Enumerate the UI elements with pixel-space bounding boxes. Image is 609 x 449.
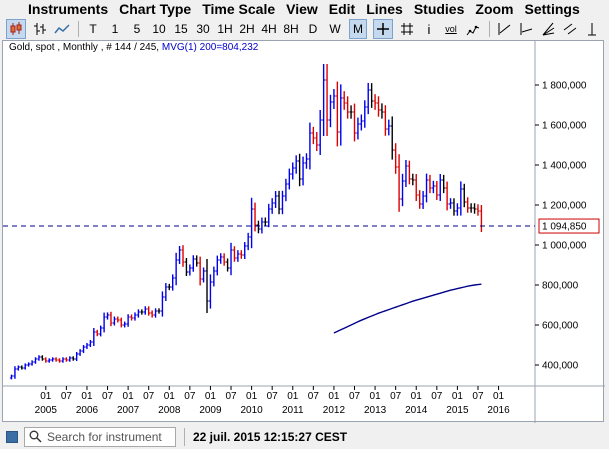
price-tick-label: 400,000 [542,361,579,372]
timeframe-8h-button[interactable]: 8H [283,19,299,39]
search-icon [29,430,42,443]
time-tick-label: 01 [370,391,382,402]
volume-icon[interactable]: vol [443,19,459,39]
time-tick-label: 01 [246,391,258,402]
price-chart[interactable]: 400,000 600,000 800,000 1 000,000 1 200,000 1… [3,41,605,423]
status-divider [184,427,185,446]
year-label: 2011 [282,405,304,416]
menu-settings[interactable]: Settings [525,1,580,17]
timeframe-15-button[interactable]: 15 [173,19,189,39]
timeframe-t-button[interactable]: T [85,19,101,39]
search-input[interactable] [47,429,169,444]
status-bar: 22 juil. 2015 12:15:27 CEST [0,424,609,449]
price-tick-label: 600,000 [542,321,579,332]
year-label: 2010 [240,405,263,416]
year-label: 2013 [364,405,387,416]
time-tick-label: 07 [267,391,279,402]
time-tick-label: 07 [308,391,320,402]
connection-status-icon[interactable] [6,430,18,443]
time-tick-label: 01 [452,391,464,402]
price-tick-label: 1 200,000 [542,201,587,212]
info-icon[interactable]: i [421,19,437,39]
chart-panel[interactable]: 400,000 600,000 800,000 1 000,000 1 200,000 1… [2,40,605,423]
timeframe-5-button[interactable]: 5 [129,19,145,39]
indicator-icon[interactable] [465,19,481,39]
vertical-line-tool-icon[interactable] [584,19,600,39]
candlestick-chart-icon[interactable] [6,19,26,39]
toolbar: T 1 5 10 15 30 1H 2H 4H 8H D W M i vol [0,18,609,40]
time-tick-label: 01 [493,391,505,402]
last-price-label: 1 094,850 [542,222,587,233]
time-tick-label: 07 [349,391,361,402]
menu-studies[interactable]: Studies [414,1,465,17]
time-tick-label: 01 [328,391,340,402]
menu-instruments[interactable]: Instruments [28,1,108,17]
toolbar-divider [78,21,79,37]
instrument-label: Gold, spot , Monthly , # 144 / 245, [9,42,160,53]
time-tick-label: 01 [164,391,176,402]
time-tick-label: 01 [81,391,93,402]
timeframe-m-button[interactable]: M [349,19,367,39]
toolbar-divider [489,21,490,37]
grid-icon[interactable] [399,19,415,39]
time-tick-label: 07 [225,391,237,402]
moving-average-label: MVG(1) 200=804,232 [161,42,259,53]
time-tick-label: 07 [184,391,196,402]
chart-header: Gold, spot , Monthly , # 144 / 245, MVG(… [9,42,258,53]
price-tick-label: 1 600,000 [542,121,587,132]
server-time: 22 juil. 2015 12:15:27 CEST [193,429,348,444]
channel-tool-icon[interactable] [562,19,578,39]
time-tick-label: 07 [431,391,443,402]
time-tick-label: 07 [61,391,73,402]
time-tick-label: 07 [390,391,402,402]
ohlc-bar-chart-icon[interactable] [32,19,48,39]
time-tick-label: 01 [123,391,135,402]
menu-edit[interactable]: Edit [329,1,355,17]
trading-app: Instruments Chart Type Time Scale View Edit L… [0,0,609,449]
time-tick-label: 07 [102,391,114,402]
year-label: 2006 [76,405,99,416]
time-tick-label: 07 [472,391,484,402]
menu-time-scale[interactable]: Time Scale [202,1,275,17]
timeframe-d-button[interactable]: D [305,19,321,39]
trendline-tool-icon[interactable] [496,19,512,39]
price-tick-label: 800,000 [542,281,579,292]
year-label: 2016 [487,405,510,416]
moving-average-line [333,283,482,334]
year-label: 2007 [117,405,140,416]
price-tick-label: 1 000,000 [542,241,587,252]
year-label: 2015 [446,405,469,416]
time-tick-label: 01 [411,391,423,402]
year-label: 2008 [158,405,181,416]
crosshair-icon[interactable] [373,19,393,39]
year-label: 2005 [35,405,58,416]
line-chart-icon[interactable] [54,19,70,39]
timeframe-1-button[interactable]: 1 [107,19,123,39]
timeframe-2h-button[interactable]: 2H [239,19,255,39]
timeframe-1h-button[interactable]: 1H [217,19,233,39]
price-tick-label: 1 800,000 [542,81,587,92]
ray-tool-icon[interactable] [518,19,534,39]
menu-zoom[interactable]: Zoom [475,1,513,17]
timeframe-10-button[interactable]: 10 [151,19,167,39]
timeframe-4h-button[interactable]: 4H [261,19,277,39]
year-label: 2014 [405,405,428,416]
time-tick-label: 01 [40,391,52,402]
menu-lines[interactable]: Lines [366,1,403,17]
menu-chart-type[interactable]: Chart Type [119,1,191,17]
menu-bar: Instruments Chart Type Time Scale View Edit L… [0,0,609,18]
year-label: 2012 [323,405,346,416]
price-tick-label: 1 400,000 [542,161,587,172]
time-tick-label: 01 [205,391,217,402]
instrument-search[interactable] [24,426,176,447]
time-tick-label: 07 [143,391,155,402]
fan-tool-icon[interactable] [540,19,556,39]
timeframe-w-button[interactable]: W [327,19,343,39]
timeframe-30-button[interactable]: 30 [195,19,211,39]
menu-view[interactable]: View [286,1,318,17]
timeframe-buttons: T 1 5 10 15 30 1H 2H 4H 8H D W M [85,19,373,39]
time-tick-label: 01 [287,391,299,402]
year-label: 2009 [199,405,222,416]
